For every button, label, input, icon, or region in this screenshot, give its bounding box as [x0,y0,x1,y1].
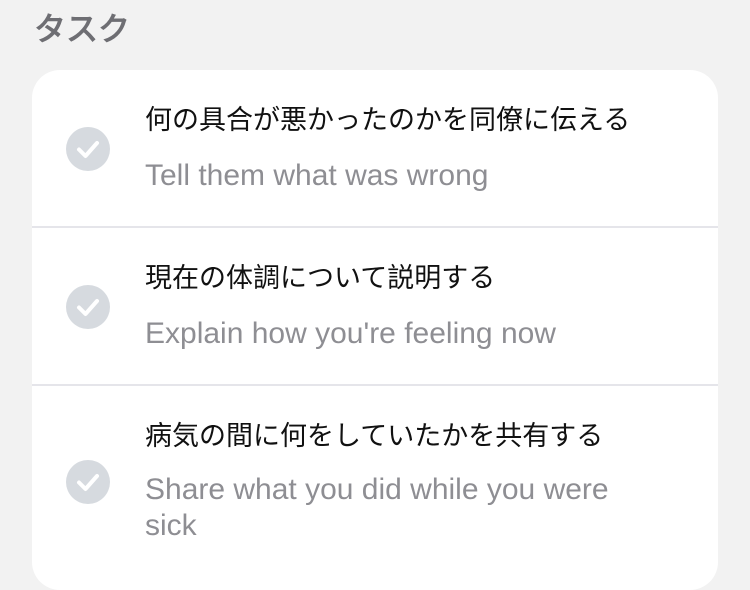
task-title: 病気の間に何をしていたかを共有する [145,421,604,452]
task-row[interactable]: 何の具合が悪かったのかを同僚に伝える Tell them what was wr… [32,70,718,228]
section-title: タスク [34,10,131,48]
task-subtitle: Share what you did while you were sick [145,473,609,542]
checkmark-circle-icon[interactable] [66,285,110,329]
task-list-card: 何の具合が悪かったのかを同僚に伝える Tell them what was wr… [32,70,718,590]
task-title: 何の具合が悪かったのかを同僚に伝える [145,105,631,136]
task-subtitle: Tell them what was wrong [145,159,489,192]
task-row[interactable]: 病気の間に何をしていたかを共有する Share what you did whi… [32,386,718,590]
task-subtitle: Explain how you're feeling now [145,317,556,350]
task-row[interactable]: 現在の体調について説明する Explain how you're feeling… [32,228,718,386]
task-title: 現在の体調について説明する [145,263,496,294]
checkmark-circle-icon[interactable] [66,460,110,504]
checkmark-circle-icon[interactable] [66,127,110,171]
